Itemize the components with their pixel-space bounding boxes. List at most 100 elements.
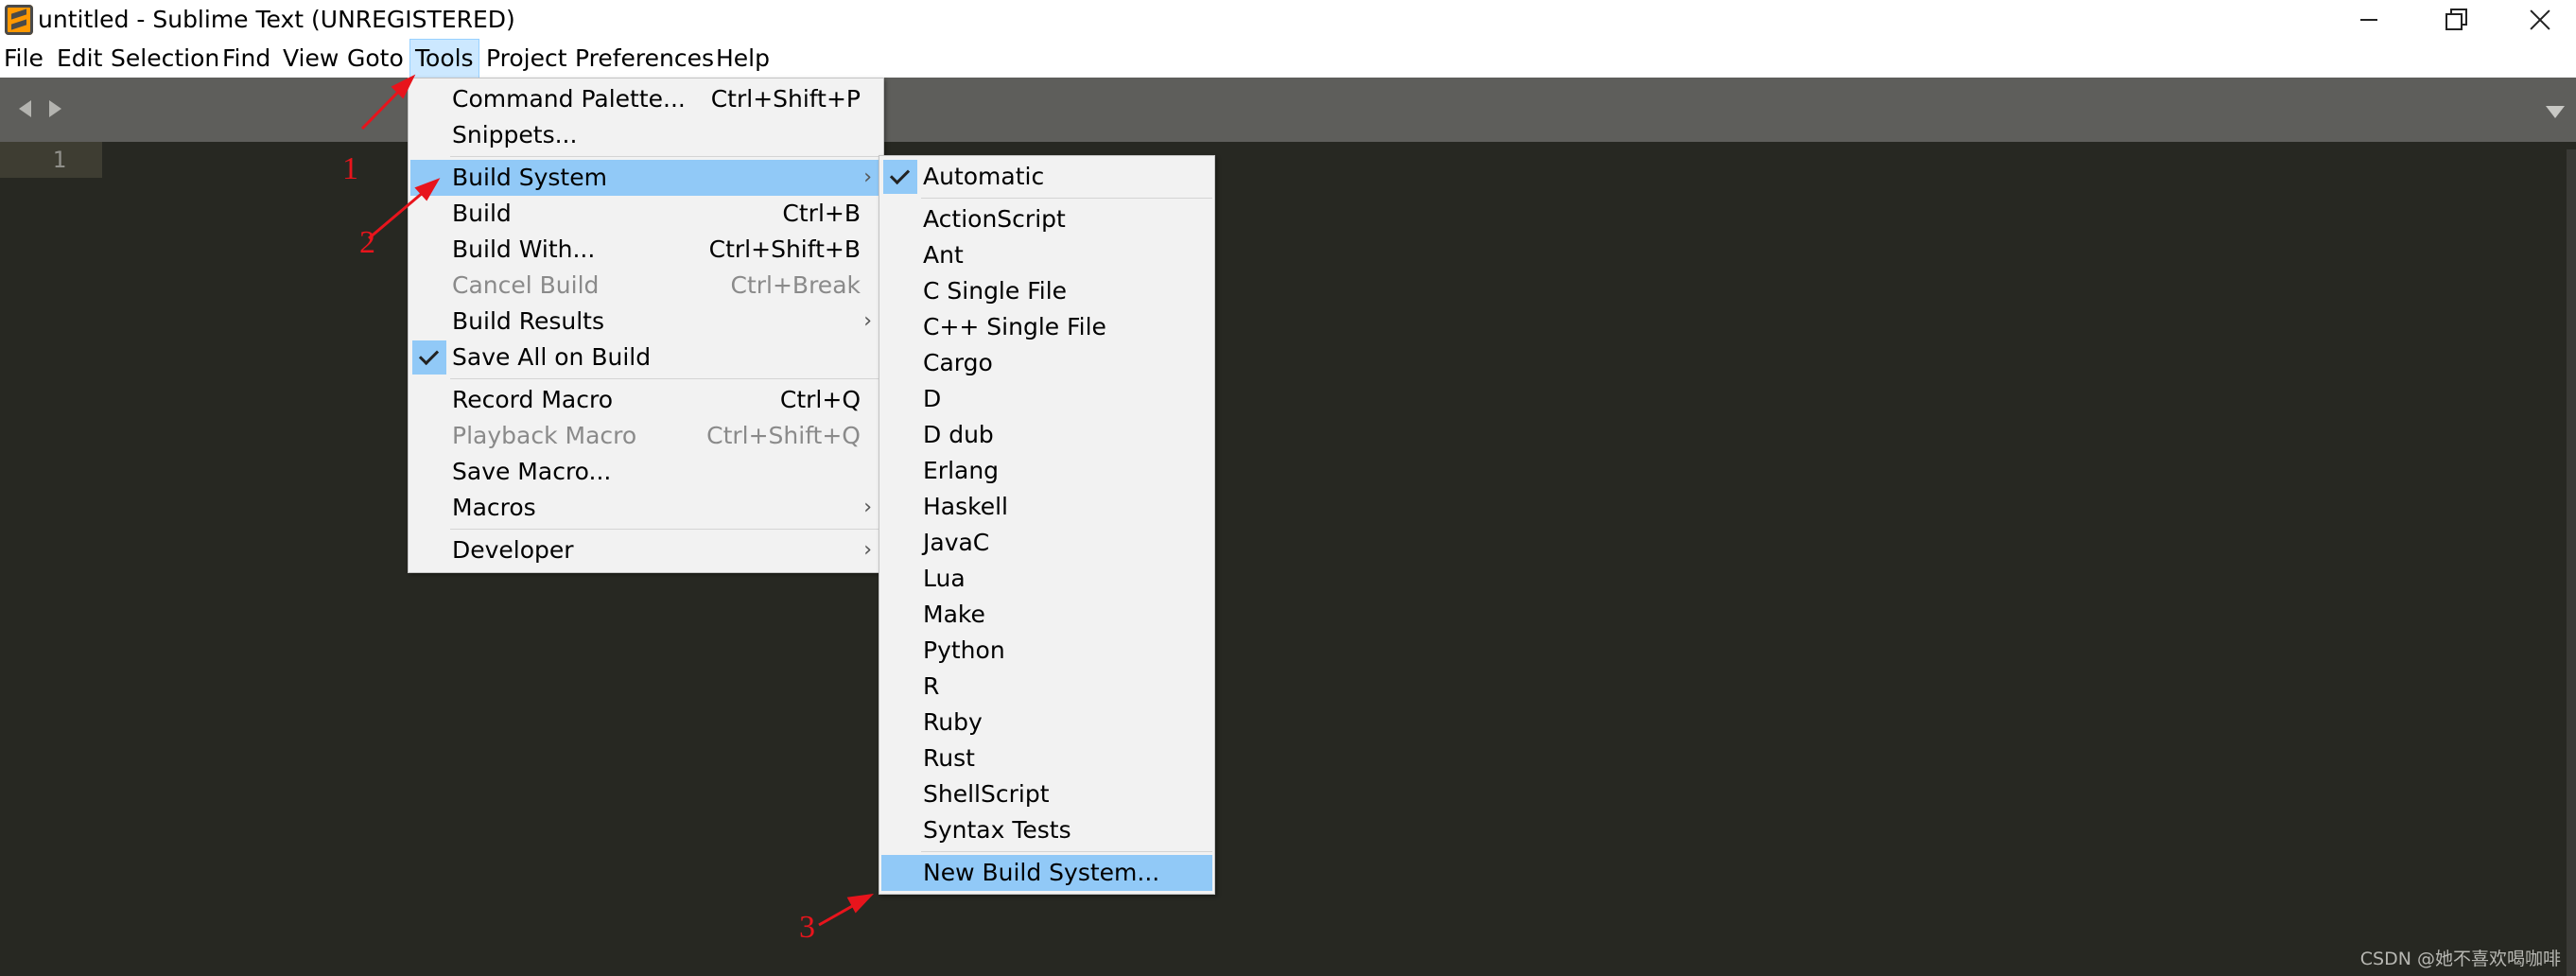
checked-indicator xyxy=(883,160,917,194)
menu-item-label: Build xyxy=(452,200,512,227)
menu-item-command-palette[interactable]: Command Palette... Ctrl+Shift+P xyxy=(410,81,881,117)
menu-item-label: Haskell xyxy=(923,493,1009,520)
submenu-item-haskell[interactable]: Haskell xyxy=(881,489,1212,525)
menu-item-shortcut: Ctrl+B xyxy=(782,200,861,227)
menu-item-label: ShellScript xyxy=(923,780,1050,808)
line-number: 1 xyxy=(52,147,66,173)
menu-item-label: C++ Single File xyxy=(923,313,1106,340)
menu-item-save-macro[interactable]: Save Macro... xyxy=(410,454,881,490)
menu-separator xyxy=(450,378,881,379)
submenu-item-lua[interactable]: Lua xyxy=(881,561,1212,597)
menu-item-label: Build With... xyxy=(452,235,596,263)
submenu-item-javac[interactable]: JavaC xyxy=(881,525,1212,561)
minimize-button[interactable] xyxy=(2331,0,2407,40)
tab-nav-right-icon[interactable] xyxy=(49,100,61,117)
menu-item-label: D dub xyxy=(923,421,994,448)
submenu-item-actionscript[interactable]: ActionScript xyxy=(881,201,1212,237)
submenu-item-ruby[interactable]: Ruby xyxy=(881,705,1212,741)
submenu-item-shellscript[interactable]: ShellScript xyxy=(881,776,1212,812)
menu-item-shortcut: Ctrl+Shift+Q xyxy=(706,422,861,449)
submenu-item-rust[interactable]: Rust xyxy=(881,741,1212,776)
annotation-step-2: 2 xyxy=(359,225,375,260)
menu-item-label: Save Macro... xyxy=(452,458,612,485)
menu-item-save-all-on-build[interactable]: Save All on Build xyxy=(410,340,881,375)
menu-tools[interactable]: Tools xyxy=(409,39,479,78)
sublime-text-logo-icon xyxy=(5,5,33,35)
menu-help[interactable]: Help xyxy=(716,40,770,78)
menu-selection[interactable]: Selection xyxy=(111,40,219,78)
title-bar: untitled - Sublime Text (UNREGISTERED) xyxy=(0,0,2576,40)
annotation-step-1: 1 xyxy=(342,151,358,186)
submenu-item-syntax-tests[interactable]: Syntax Tests xyxy=(881,812,1212,848)
tab-list-dropdown-icon[interactable] xyxy=(2546,106,2565,118)
menu-item-label: JavaC xyxy=(923,529,990,556)
menu-item-label: New Build System... xyxy=(923,859,1160,886)
menu-edit[interactable]: Edit xyxy=(57,40,102,78)
menu-item-shortcut: Ctrl+Shift+P xyxy=(710,85,861,113)
submenu-item-cargo[interactable]: Cargo xyxy=(881,345,1212,381)
menu-item-label: Rust xyxy=(923,744,975,772)
menu-item-label: Make xyxy=(923,601,985,628)
submenu-item-automatic[interactable]: Automatic xyxy=(881,159,1212,195)
menu-item-label: D xyxy=(923,385,942,412)
menu-item-cancel-build[interactable]: Cancel Build Ctrl+Break xyxy=(410,268,881,304)
close-window-button[interactable] xyxy=(2501,0,2576,40)
menu-item-playback-macro[interactable]: Playback Macro Ctrl+Shift+Q xyxy=(410,418,881,454)
menu-item-build-with[interactable]: Build With... Ctrl+Shift+B xyxy=(410,232,881,268)
menu-item-build[interactable]: Build Ctrl+B xyxy=(410,196,881,232)
menu-separator xyxy=(921,198,1212,199)
menu-item-label: Ruby xyxy=(923,708,983,736)
menu-preferences[interactable]: Preferences xyxy=(575,40,714,78)
submenu-item-cpp-single-file[interactable]: C++ Single File xyxy=(881,309,1212,345)
tab-nav-left-icon[interactable] xyxy=(19,100,31,117)
menu-item-label: Lua xyxy=(923,565,966,592)
submenu-item-r[interactable]: R xyxy=(881,669,1212,705)
menu-item-shortcut: Ctrl+Shift+B xyxy=(708,235,861,263)
menu-item-label: Python xyxy=(923,636,1005,664)
menu-item-label: Snippets... xyxy=(452,121,578,148)
menu-item-record-macro[interactable]: Record Macro Ctrl+Q xyxy=(410,382,881,418)
submenu-item-d[interactable]: D xyxy=(881,381,1212,417)
menu-item-snippets[interactable]: Snippets... xyxy=(410,117,881,153)
build-system-submenu: Automatic ActionScript Ant C Single File… xyxy=(879,155,1215,895)
annotation-step-3: 3 xyxy=(799,910,815,945)
checkmark-icon xyxy=(418,344,440,366)
menu-item-developer[interactable]: Developer › xyxy=(410,532,881,568)
menu-item-label: Build Results xyxy=(452,307,604,335)
menu-file[interactable]: File xyxy=(4,40,44,78)
menu-goto[interactable]: Goto xyxy=(347,40,404,78)
menu-item-macros[interactable]: Macros › xyxy=(410,490,881,526)
chevron-right-icon: › xyxy=(863,309,872,333)
menu-item-label: Ant xyxy=(923,241,964,269)
menu-item-label: Cargo xyxy=(923,349,993,376)
restore-button[interactable] xyxy=(2416,0,2492,40)
submenu-item-python[interactable]: Python xyxy=(881,633,1212,669)
menu-item-build-system[interactable]: Build System › xyxy=(410,160,881,196)
submenu-item-erlang[interactable]: Erlang xyxy=(881,453,1212,489)
menu-item-label: R xyxy=(923,672,940,700)
menu-item-label: Cancel Build xyxy=(452,271,600,299)
watermark: CSDN @她不喜欢喝咖啡 xyxy=(2359,949,2561,969)
submenu-item-new-build-system[interactable]: New Build System... xyxy=(881,855,1212,891)
menu-item-label: C Single File xyxy=(923,277,1068,305)
submenu-item-d-dub[interactable]: D dub xyxy=(881,417,1212,453)
tab-bar xyxy=(0,78,2576,142)
menu-item-label: Save All on Build xyxy=(452,343,652,371)
editor-area[interactable]: 1 CSDN @她不喜欢喝咖啡 xyxy=(0,142,2576,976)
menu-item-label: Automatic xyxy=(923,163,1045,190)
menu-item-label: Developer xyxy=(452,536,574,564)
menu-item-label: Build System xyxy=(452,164,607,191)
menu-project[interactable]: Project xyxy=(486,40,567,78)
menu-bar: File Edit Selection Find View Goto Tools… xyxy=(0,39,2576,78)
vertical-scrollbar[interactable] xyxy=(2567,149,2576,976)
menu-item-label: Syntax Tests xyxy=(923,816,1071,844)
menu-find[interactable]: Find xyxy=(222,40,270,78)
menu-item-label: Playback Macro xyxy=(452,422,637,449)
submenu-item-ant[interactable]: Ant xyxy=(881,237,1212,273)
window-title: untitled - Sublime Text (UNREGISTERED) xyxy=(38,6,515,33)
submenu-item-make[interactable]: Make xyxy=(881,597,1212,633)
menu-item-build-results[interactable]: Build Results › xyxy=(410,304,881,340)
checked-indicator xyxy=(412,340,446,375)
submenu-item-c-single-file[interactable]: C Single File xyxy=(881,273,1212,309)
menu-view[interactable]: View xyxy=(283,40,339,78)
